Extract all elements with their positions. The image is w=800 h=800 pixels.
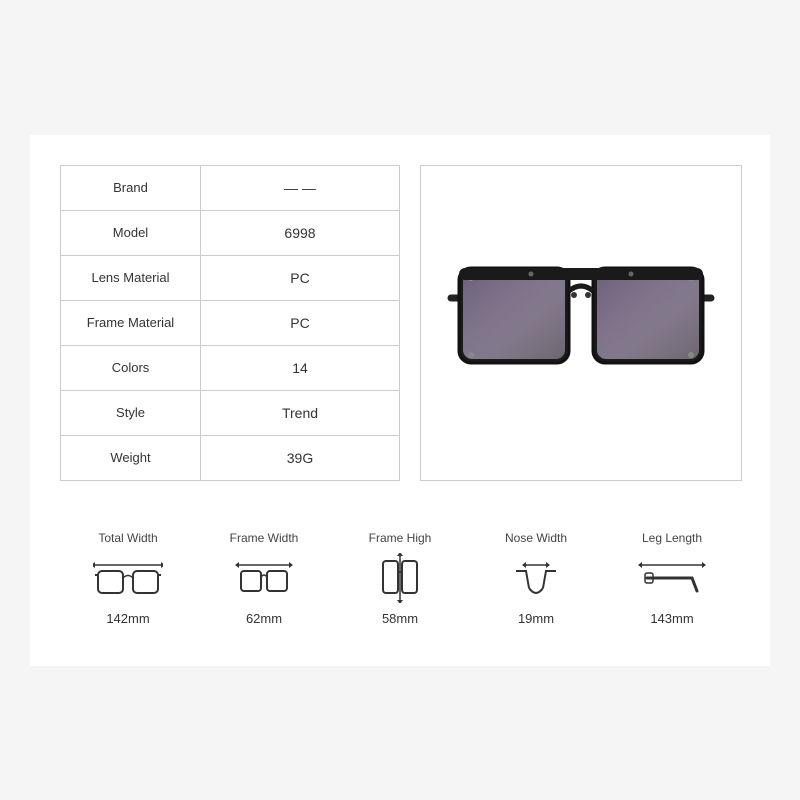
table-row: StyleTrend: [61, 391, 399, 436]
dimension-label: Frame High: [369, 531, 432, 545]
table-row: Brand— —: [61, 166, 399, 211]
spec-value: 6998: [201, 211, 399, 255]
spec-value: 14: [201, 346, 399, 390]
dimension-item: Nose Width 19mm: [476, 531, 596, 626]
spec-label: Style: [61, 391, 201, 435]
dimension-item: Leg Length 143mm: [612, 531, 732, 626]
spec-label: Brand: [61, 166, 201, 210]
spec-value: 39G: [201, 436, 399, 480]
spec-label: Lens Material: [61, 256, 201, 300]
spec-label: Colors: [61, 346, 201, 390]
top-section: Brand— —Model6998Lens MaterialPCFrame Ma…: [60, 165, 740, 481]
dimension-label: Frame Width: [230, 531, 299, 545]
spec-label: Weight: [61, 436, 201, 480]
dimension-value: 62mm: [246, 611, 282, 626]
dimension-label: Total Width: [98, 531, 157, 545]
dimension-label: Nose Width: [505, 531, 567, 545]
nose-width-icon: [501, 553, 571, 603]
table-row: Colors14: [61, 346, 399, 391]
product-image: [441, 243, 721, 403]
dimension-value: 58mm: [382, 611, 418, 626]
total-width-icon: [93, 553, 163, 603]
table-row: Lens MaterialPC: [61, 256, 399, 301]
table-row: Weight39G: [61, 436, 399, 480]
leg-length-icon: [637, 553, 707, 603]
dimension-value: 143mm: [650, 611, 693, 626]
table-row: Frame MaterialPC: [61, 301, 399, 346]
specs-table: Brand— —Model6998Lens MaterialPCFrame Ma…: [60, 165, 400, 481]
spec-value: Trend: [201, 391, 399, 435]
table-row: Model6998: [61, 211, 399, 256]
dimension-label: Leg Length: [642, 531, 702, 545]
product-image-box: [420, 165, 742, 481]
dimension-value: 142mm: [106, 611, 149, 626]
dimension-item: Total Width 142mm: [68, 531, 188, 626]
frame-high-icon: [365, 553, 435, 603]
dimension-item: Frame High 58mm: [340, 531, 460, 626]
dimensions-section: Total Width 142mmFrame Width 62mmFrame H…: [60, 521, 740, 636]
product-info-container: Brand— —Model6998Lens MaterialPCFrame Ma…: [30, 135, 770, 666]
spec-label: Model: [61, 211, 201, 255]
dimension-item: Frame Width 62mm: [204, 531, 324, 626]
spec-label: Frame Material: [61, 301, 201, 345]
spec-value: PC: [201, 301, 399, 345]
spec-value: PC: [201, 256, 399, 300]
dimension-value: 19mm: [518, 611, 554, 626]
frame-width-icon: [229, 553, 299, 603]
spec-value: — —: [201, 166, 399, 210]
